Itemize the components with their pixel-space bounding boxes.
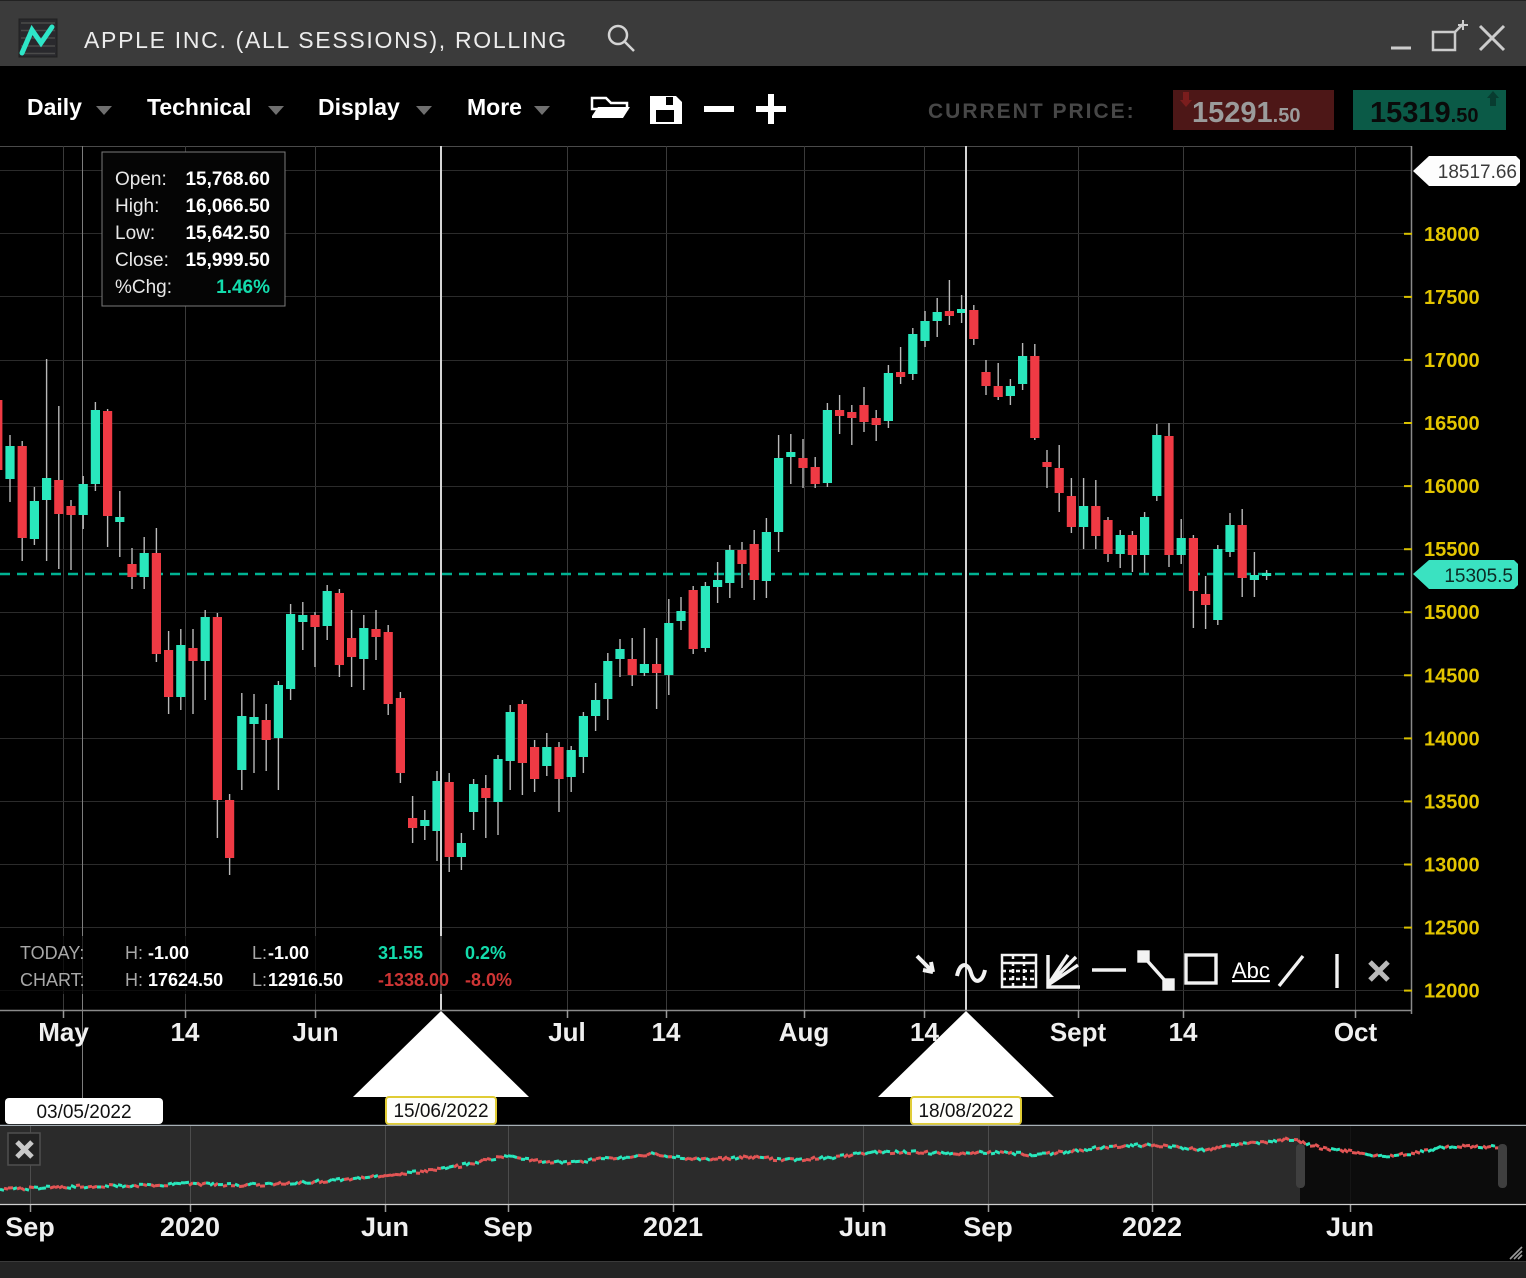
svg-text:High:: High: [115,196,159,217]
svg-text:13500: 13500 [1424,791,1480,813]
svg-text:Close:: Close: [115,250,169,271]
svg-text:18000: 18000 [1424,224,1480,246]
svg-text:Jun: Jun [292,1017,338,1047]
svg-text:17624.50: 17624.50 [148,970,223,990]
svg-text:15/06/2022: 15/06/2022 [393,1101,488,1122]
svg-text:2022: 2022 [1122,1212,1182,1242]
svg-text:Sep: Sep [483,1212,533,1242]
svg-text:15,768.60: 15,768.60 [185,169,270,190]
svg-text:1.46%: 1.46% [216,277,270,298]
svg-text:Abc: Abc [1232,958,1270,983]
svg-text:15,642.50: 15,642.50 [185,223,270,244]
svg-text:-8.0%: -8.0% [465,970,512,990]
svg-text:-1.00: -1.00 [268,943,309,963]
svg-text:2021: 2021 [643,1212,703,1242]
svg-text:Jun: Jun [839,1212,887,1242]
svg-text:18517.66: 18517.66 [1438,162,1517,183]
svg-text:Jul: Jul [548,1017,586,1047]
svg-text:14000: 14000 [1424,728,1480,750]
svg-text:Oct: Oct [1334,1017,1378,1047]
svg-text:Open:: Open: [115,169,167,190]
svg-text:Sep: Sep [963,1212,1013,1242]
svg-text:-1338.00: -1338.00 [378,970,449,990]
svg-text:13000: 13000 [1424,855,1480,877]
svg-text:H:: H: [125,943,143,963]
svg-text:15,999.50: 15,999.50 [185,250,270,271]
svg-text:12000: 12000 [1424,981,1480,1003]
svg-text:17500: 17500 [1424,287,1480,309]
svg-text:0.2%: 0.2% [465,943,506,963]
svg-text:May: May [38,1017,89,1047]
svg-text:15500: 15500 [1424,539,1480,561]
svg-text:14: 14 [652,1017,681,1047]
svg-text:%Chg:: %Chg: [115,277,172,298]
svg-text:03/05/2022: 03/05/2022 [36,1102,131,1123]
svg-text:12916.50: 12916.50 [268,970,343,990]
svg-text:Jun: Jun [1326,1212,1374,1242]
svg-text:31.55: 31.55 [378,943,423,963]
svg-text:TODAY:: TODAY: [20,943,84,963]
svg-text:14: 14 [171,1017,200,1047]
svg-text:Aug: Aug [779,1017,830,1047]
svg-text:Sept: Sept [1050,1017,1107,1047]
svg-text:17000: 17000 [1424,350,1480,372]
svg-text:18/08/2022: 18/08/2022 [918,1101,1013,1122]
svg-text:CHART:: CHART: [20,970,85,990]
svg-text:L:: L: [252,970,267,990]
svg-text:16000: 16000 [1424,476,1480,498]
svg-text:Jun: Jun [361,1212,409,1242]
svg-text:Sep: Sep [5,1212,55,1242]
svg-text:15000: 15000 [1424,602,1480,624]
svg-text:12500: 12500 [1424,918,1480,940]
svg-text:14500: 14500 [1424,665,1480,687]
svg-text:L:: L: [252,943,267,963]
svg-text:H:: H: [125,970,143,990]
svg-text:16500: 16500 [1424,413,1480,435]
svg-text:15305.5: 15305.5 [1444,566,1513,587]
svg-text:14: 14 [1169,1017,1198,1047]
svg-text:-1.00: -1.00 [148,943,189,963]
svg-text:Low:: Low: [115,223,155,244]
svg-text:2020: 2020 [160,1212,220,1242]
svg-text:16,066.50: 16,066.50 [185,196,270,217]
